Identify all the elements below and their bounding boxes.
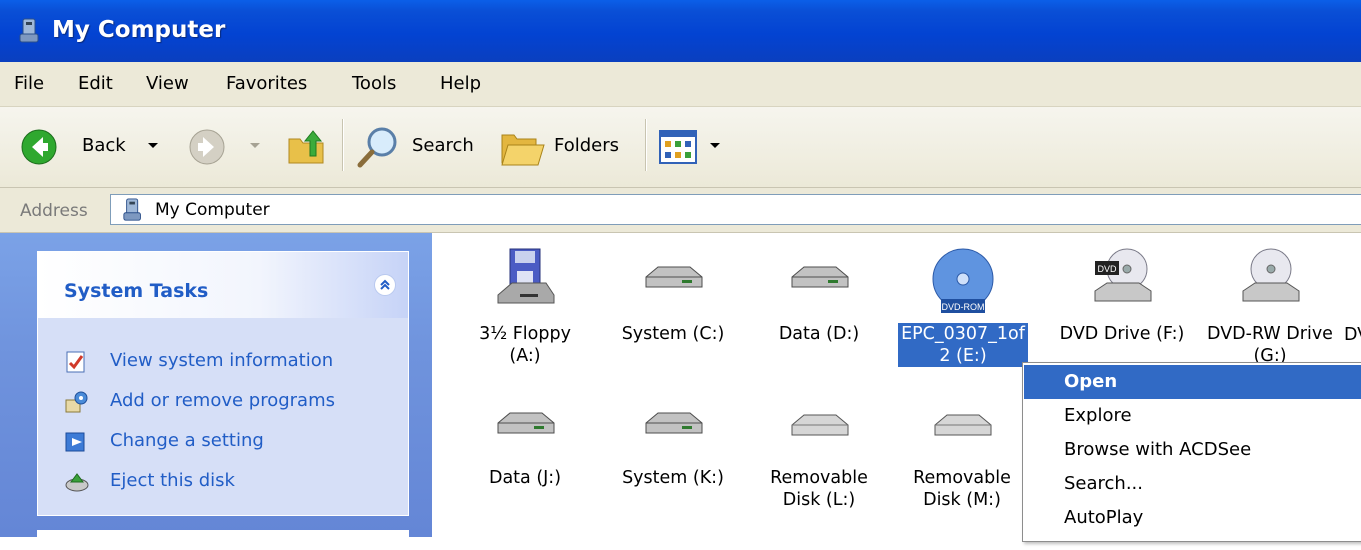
title-bar[interactable]: My Computer [0,0,1361,62]
views-icon [658,130,698,172]
eject-disk-icon [64,470,90,499]
address-bar: Address My Computer [0,188,1361,233]
dvd-drive-icon: DVD [1094,248,1152,302]
drive-system-c[interactable]: System (C:) [598,247,748,345]
context-menu-label: Search... [1064,473,1144,494]
context-menu-open[interactable]: Open [1024,365,1361,399]
up-folder-button[interactable] [286,125,330,169]
folders-label: Folders [554,135,620,156]
toolbar-separator [645,119,647,171]
disc-text: DVD [1097,264,1117,274]
drive-label: DVD Drive (F:) [1059,324,1185,344]
dvd-rom-disc-icon: DVD-ROM [932,248,994,313]
context-menu-label: Open [1064,371,1118,392]
toolbar: Back Search Folders [0,107,1361,188]
menu-bar: File Edit View Favorites Tools Help [0,62,1361,107]
drive-data-d[interactable]: Data (D:) [744,247,894,345]
system-tasks-panel: System Tasks View system information Add… [37,251,409,516]
drive-label: Removable Disk (M:) [913,468,1011,510]
my-computer-icon [122,198,146,227]
address-input[interactable]: My Computer [110,194,1361,225]
menu-help[interactable]: Help [440,73,481,94]
system-tasks-header[interactable]: System Tasks [38,252,408,318]
hard-disk-icon [645,412,703,434]
drive-label: Data (D:) [778,324,860,344]
back-dropdown-icon[interactable] [148,143,158,148]
forward-dropdown-icon[interactable] [250,143,260,148]
up-folder-icon [286,130,328,172]
disc-text: DVD-ROM [942,302,985,312]
address-label: Address [20,201,88,221]
context-menu-explore[interactable]: Explore [1024,399,1361,433]
add-remove-programs-icon [64,390,88,419]
search-icon [356,125,400,174]
forward-arrow-icon [188,128,226,171]
hard-disk-icon [645,266,703,288]
views-dropdown-icon[interactable] [710,143,720,148]
drive-partial-label[interactable]: DV [1344,325,1361,345]
context-menu-browse-acdsee[interactable]: Browse with ACDSee [1024,433,1361,467]
floppy-drive-icon [497,248,555,304]
drive-removable-m[interactable]: Removable Disk (M:) [887,401,1037,511]
task-pane: System Tasks View system information Add… [0,233,432,550]
menu-file[interactable]: File [14,73,44,94]
control-panel-icon [64,430,88,459]
drive-label: 3½ Floppy (A:) [479,324,571,366]
back-button[interactable]: Back [20,119,165,175]
drive-dvd-f[interactable]: DVD DVD Drive (F:) [1042,247,1202,345]
task-label: Add or remove programs [110,390,335,411]
back-label: Back [82,135,126,156]
context-menu-label: Explore [1064,405,1132,426]
hard-disk-icon [497,412,555,434]
task-label: Eject this disk [110,470,235,491]
drive-system-k[interactable]: System (K:) [598,401,748,489]
context-menu-autoplay[interactable]: AutoPlay [1024,501,1361,535]
removable-disk-icon [791,414,849,436]
window-title: My Computer [52,17,226,43]
menu-view[interactable]: View [146,73,189,94]
search-label: Search [412,135,474,156]
drive-label: System (C:) [621,324,725,344]
removable-disk-icon [934,414,992,436]
drive-floppy-a[interactable]: 3½ Floppy (A:) [450,247,600,367]
context-menu-search[interactable]: Search... [1024,467,1361,501]
drive-label: EPC_0307_1of 2 (E:) [898,323,1028,367]
drive-label: Removable Disk (L:) [770,468,868,510]
task-label: View system information [110,350,334,371]
context-menu-label: AutoPlay [1064,507,1144,528]
menu-tools[interactable]: Tools [352,73,396,94]
hard-disk-icon [791,266,849,288]
toolbar-separator [342,119,344,171]
my-computer-icon [18,18,44,49]
menu-edit[interactable]: Edit [78,73,113,94]
search-button[interactable]: Search [356,119,480,175]
drive-label: System (K:) [622,468,724,488]
drive-label: Data (J:) [488,468,562,488]
dvd-rw-drive-icon [1242,248,1300,302]
system-tasks-title: System Tasks [64,280,209,302]
views-button[interactable] [658,127,724,167]
collapse-chevron-icon[interactable] [374,274,396,296]
drive-label: DVD-RW Drive (G:) [1207,324,1333,366]
drive-dvd-rw-g[interactable]: DVD-RW Drive (G:) [1192,247,1348,367]
context-menu-label: Browse with ACDSee [1064,439,1252,460]
folders-button[interactable]: Folders [500,119,630,175]
other-places-panel [37,530,409,550]
back-arrow-icon [20,128,58,171]
address-value: My Computer [155,200,270,220]
context-menu: Open Explore Browse with ACDSee Search..… [1022,362,1361,542]
forward-button[interactable] [188,119,268,175]
drive-data-j[interactable]: Data (J:) [450,401,600,489]
drive-removable-l[interactable]: Removable Disk (L:) [744,401,894,511]
drive-epc-e[interactable]: DVD-ROM EPC_0307_1of 2 (E:) [887,247,1039,367]
system-info-icon [64,350,88,379]
folders-icon [500,125,546,174]
task-label: Change a setting [110,430,264,451]
menu-favorites[interactable]: Favorites [226,73,307,94]
